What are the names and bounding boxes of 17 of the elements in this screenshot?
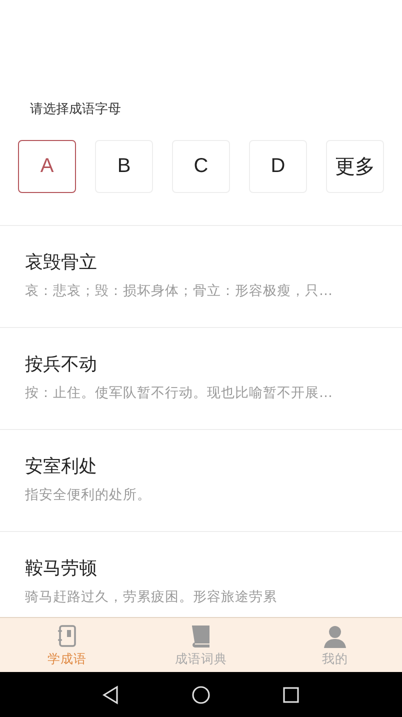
idiom-description: 骑马赶路过久，劳累疲困。形容旅途劳累 [25, 588, 278, 606]
back-icon[interactable] [101, 684, 121, 704]
idiom-description: 哀：悲哀；毁：损坏身体；骨立：形容极瘦，只… [25, 282, 334, 300]
idiom-title[interactable]: 安室利处 [25, 454, 377, 482]
idiom-description: 按：止住。使军队暂不行动。现也比喻暂不开展… [25, 384, 334, 402]
letter-button[interactable]: B [95, 140, 153, 193]
recents-icon[interactable] [281, 684, 301, 704]
idiom-title[interactable]: 按兵不动 [25, 352, 377, 380]
idiom-title[interactable]: 鞍马劳顿 [25, 556, 377, 584]
home-icon[interactable] [191, 684, 211, 704]
idiom-description: 指安全便利的处所。 [25, 486, 152, 504]
letter-button[interactable]: A [18, 140, 76, 193]
prompt-label: 请选择成语字母 [30, 101, 122, 119]
letter-button[interactable]: 更多 [326, 140, 384, 193]
letter-button[interactable]: C [172, 140, 230, 193]
idiom-title[interactable]: 哀毁骨立 [25, 250, 377, 278]
letter-button[interactable]: D [249, 140, 307, 193]
